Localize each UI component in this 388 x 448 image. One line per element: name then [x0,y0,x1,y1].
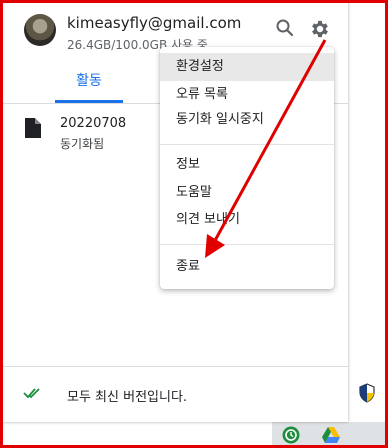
document-icon [25,118,41,138]
desktop-background [348,0,388,448]
menu-item-error-list[interactable]: 오류 목록 [160,81,334,109]
menu-item-send-feedback[interactable]: 의견 보내기 [160,206,334,234]
account-email: kimeasyfly@gmail.com [67,14,242,32]
menu-divider [160,244,334,245]
activity-item-status: 동기화됨 [60,137,105,151]
activity-item-name: 20220708 [60,116,127,131]
menu-item-preferences[interactable]: 환경설정 [160,53,334,81]
menu-item-pause-sync[interactable]: 동기화 일시중지 [160,106,334,134]
menu-item-quit[interactable]: 종료 [160,253,334,281]
sync-icon[interactable] [282,426,300,444]
tab-activity-label: 활동 [76,73,102,89]
double-check-icon [23,388,40,399]
menu-divider [160,144,334,145]
search-icon[interactable] [275,18,295,38]
google-drive-icon[interactable] [322,427,340,443]
settings-menu: 환경설정 오류 목록 동기화 일시중지 정보 도움말 의견 보내기 종료 [160,47,334,289]
avatar[interactable] [24,14,56,46]
shield-icon[interactable] [358,383,376,403]
tab-activity[interactable]: 활동 [55,64,123,104]
sync-status-text: 모두 최신 버전입니다. [67,390,188,405]
footer-divider [3,366,348,367]
menu-item-help[interactable]: 도움말 [160,179,334,207]
gear-icon[interactable] [309,18,331,40]
menu-item-about[interactable]: 정보 [160,151,334,179]
